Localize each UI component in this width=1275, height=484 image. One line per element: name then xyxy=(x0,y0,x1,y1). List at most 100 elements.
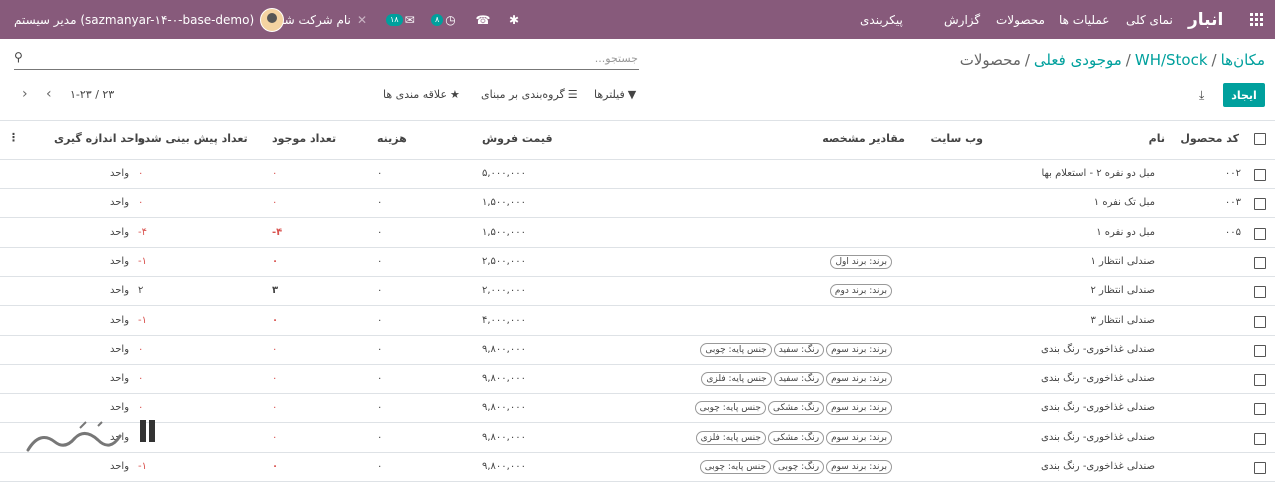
sales-price: ۹,۸۰۰,۰۰۰ xyxy=(482,402,526,413)
debug-bug-icon[interactable]: ✱ xyxy=(507,0,521,39)
forecast-qty: -۴ xyxy=(138,227,147,238)
group-by-button[interactable]: گروه‌بندی بر مبنای ☰ xyxy=(481,88,578,101)
product-name: مبل دو نفره ۲ - استعلام بها xyxy=(1041,168,1156,179)
uom-value: واحد xyxy=(110,256,130,267)
on-hand-qty: ۰ xyxy=(272,344,278,355)
menu-overview[interactable]: نمای کلی xyxy=(1126,0,1173,39)
attribute-tag: رنگ: سفید xyxy=(773,372,825,386)
sales-price: ۹,۸۰۰,۰۰۰ xyxy=(482,344,526,355)
select-all-checkbox[interactable] xyxy=(1254,133,1266,145)
col-code-header[interactable]: کد محصول xyxy=(1180,132,1239,145)
row-checkbox[interactable] xyxy=(1254,462,1266,474)
filters-button[interactable]: فیلترها ▼ xyxy=(594,88,636,101)
col-forecast-header[interactable]: تعداد پیش بینی شده xyxy=(138,132,248,145)
row-checkbox[interactable] xyxy=(1254,228,1266,240)
create-button[interactable]: ایجاد xyxy=(1223,83,1265,107)
search-input[interactable] xyxy=(30,51,640,66)
company-switcher[interactable]: نام شرکت شما xyxy=(274,0,351,39)
cost-value: ۰ xyxy=(377,256,383,267)
col-cost-header[interactable]: هزینه xyxy=(377,132,407,145)
optional-columns-icon[interactable]: ⋮ xyxy=(8,131,19,144)
on-hand-qty: ۰ xyxy=(272,315,279,326)
table-row[interactable]: صندلی انتظار ۱ برند: برند اول ۲,۵۰۰,۰۰۰ ۰ ۰ -… xyxy=(0,248,1275,277)
table-row[interactable]: ۰۰۳ مبل تک نفره ۱ ۱,۵۰۰,۰۰۰ ۰ ۰ ۰ واحد xyxy=(0,189,1275,218)
sales-price: ۱,۵۰۰,۰۰۰ xyxy=(482,227,526,238)
bars-icon: ☰ xyxy=(567,88,578,101)
row-checkbox[interactable] xyxy=(1254,433,1266,445)
attribute-tag: جنس پایه: فلزی xyxy=(701,372,772,386)
col-name-header[interactable]: نام xyxy=(1149,132,1165,145)
pager-value[interactable]: ۱-۲۳ / ۲۳ xyxy=(70,88,114,101)
table-row[interactable]: ۰۰۵ مبل دو نفره ۱ ۱,۵۰۰,۰۰۰ ۰ -۴ -۴ واحد xyxy=(0,219,1275,248)
row-checkbox[interactable] xyxy=(1254,345,1266,357)
attribute-tag: جنس پایه: چوبی xyxy=(694,401,766,415)
table-row[interactable]: صندلی غذاخوری- رنگ بندی برند: برند سومرنگ… xyxy=(0,453,1275,482)
breadcrumb: مکان‌ها/WH/Stock/موجودی فعلی/محصولات xyxy=(959,51,1265,69)
table-row[interactable]: صندلی انتظار ۲ برند: برند دوم ۲,۰۰۰,۰۰۰ ۰ ۳ ۲… xyxy=(0,277,1275,306)
download-icon[interactable]: ⤓ xyxy=(1199,88,1204,103)
activities-button[interactable]: ۸ ◷ xyxy=(431,0,456,39)
menu-reporting[interactable]: گزارش xyxy=(944,0,980,39)
col-attributes-header[interactable]: مقادیر مشخصه xyxy=(822,132,905,145)
attribute-tag: برند: برند سوم xyxy=(826,431,892,445)
pager-prev-icon[interactable]: ‹ xyxy=(46,86,52,102)
breadcrumb-wh-stock[interactable]: WH/Stock xyxy=(1135,51,1208,69)
menu-products[interactable]: محصولات xyxy=(996,0,1045,39)
menu-configuration[interactable]: پیکربندی xyxy=(860,0,903,39)
forecast-qty: ۰ xyxy=(138,197,144,208)
on-hand-qty: ۰ xyxy=(272,461,279,472)
phone-icon[interactable]: ☎ xyxy=(476,0,491,39)
row-checkbox[interactable] xyxy=(1254,198,1266,210)
messages-button[interactable]: ۱۸ ✉ xyxy=(386,0,415,39)
attribute-tag: برند: برند سوم xyxy=(826,401,892,415)
avatar xyxy=(260,7,285,32)
breadcrumb-locations[interactable]: مکان‌ها xyxy=(1221,51,1265,69)
row-checkbox[interactable] xyxy=(1254,286,1266,298)
table-row[interactable]: صندلی انتظار ۳ ۴,۰۰۰,۰۰۰ ۰ ۰ -۱ واحد xyxy=(0,307,1275,336)
cost-value: ۰ xyxy=(377,227,383,238)
product-code: ۰۰۲ xyxy=(1224,168,1241,179)
apps-menu-icon[interactable] xyxy=(1247,0,1265,39)
forecast-qty: ۲ xyxy=(138,285,144,296)
close-icon[interactable]: ✕ xyxy=(356,0,368,39)
product-name: صندلی غذاخوری- رنگ بندی xyxy=(1041,402,1155,413)
product-name: صندلی انتظار ۲ xyxy=(1090,285,1155,296)
table-row[interactable]: صندلی غذاخوری- رنگ بندی برند: برند سومرنگ… xyxy=(0,365,1275,394)
filter-icon: ▼ xyxy=(627,88,637,101)
pager-next-icon[interactable]: › xyxy=(22,86,28,102)
row-checkbox[interactable] xyxy=(1254,403,1266,415)
chat-icon: ✉ xyxy=(404,12,415,27)
row-checkbox[interactable] xyxy=(1254,257,1266,269)
col-price-header[interactable]: قیمت فروش xyxy=(482,132,553,145)
attribute-tag: برند: برند سوم xyxy=(826,372,892,386)
row-checkbox[interactable] xyxy=(1254,316,1266,328)
group-by-label: گروه‌بندی بر مبنای xyxy=(481,88,565,101)
uom-value: واحد xyxy=(110,168,130,179)
col-uom-header[interactable]: واحد اندازه گیری xyxy=(54,132,145,145)
attribute-values: برند: برند سومرنگ: سفیدجنس پایه: چوبی xyxy=(698,343,892,357)
table-row[interactable]: ۰۰۲ مبل دو نفره ۲ - استعلام بها ۵,۰۰۰,۰۰۰ ۰… xyxy=(0,160,1275,189)
activities-count-badge: ۸ xyxy=(431,13,444,26)
forecast-qty: ۰ xyxy=(138,373,144,384)
on-hand-qty: -۴ xyxy=(272,227,283,238)
col-onhand-header[interactable]: تعداد موجود xyxy=(272,132,336,145)
sales-price: ۹,۸۰۰,۰۰۰ xyxy=(482,373,526,384)
favorites-button[interactable]: علاقه مندی ها ★ xyxy=(383,88,460,101)
table-row[interactable]: صندلی غذاخوری- رنگ بندی برند: برند سومرنگ… xyxy=(0,394,1275,423)
row-checkbox[interactable] xyxy=(1254,374,1266,386)
table-row[interactable]: صندلی غذاخوری- رنگ بندی برند: برند سومرنگ… xyxy=(0,336,1275,365)
breadcrumb-current-stock[interactable]: موجودی فعلی xyxy=(1034,51,1122,69)
cost-value: ۰ xyxy=(377,285,383,296)
search-icon[interactable]: ⚲ xyxy=(14,50,23,64)
attribute-values: برند: برند سومرنگ: سفیدجنس پایه: فلزی xyxy=(699,372,892,386)
product-name: صندلی غذاخوری- رنگ بندی xyxy=(1041,373,1155,384)
col-website-header[interactable]: وب سایت xyxy=(931,132,983,145)
table-row[interactable]: صندلی غذاخوری- رنگ بندی برند: برند سومرنگ… xyxy=(0,424,1275,453)
row-checkbox[interactable] xyxy=(1254,169,1266,181)
product-name: صندلی انتظار ۱ xyxy=(1090,256,1155,267)
attribute-tag: برند: برند سوم xyxy=(826,343,892,357)
user-menu[interactable]: مدیر سیستم (sazmanyar-۱۴-۰-base-demo) xyxy=(14,0,285,39)
menu-operations[interactable]: عملیات ها xyxy=(1059,0,1109,39)
uom-value: واحد xyxy=(110,227,130,238)
app-brand[interactable]: انبار xyxy=(1188,0,1223,39)
